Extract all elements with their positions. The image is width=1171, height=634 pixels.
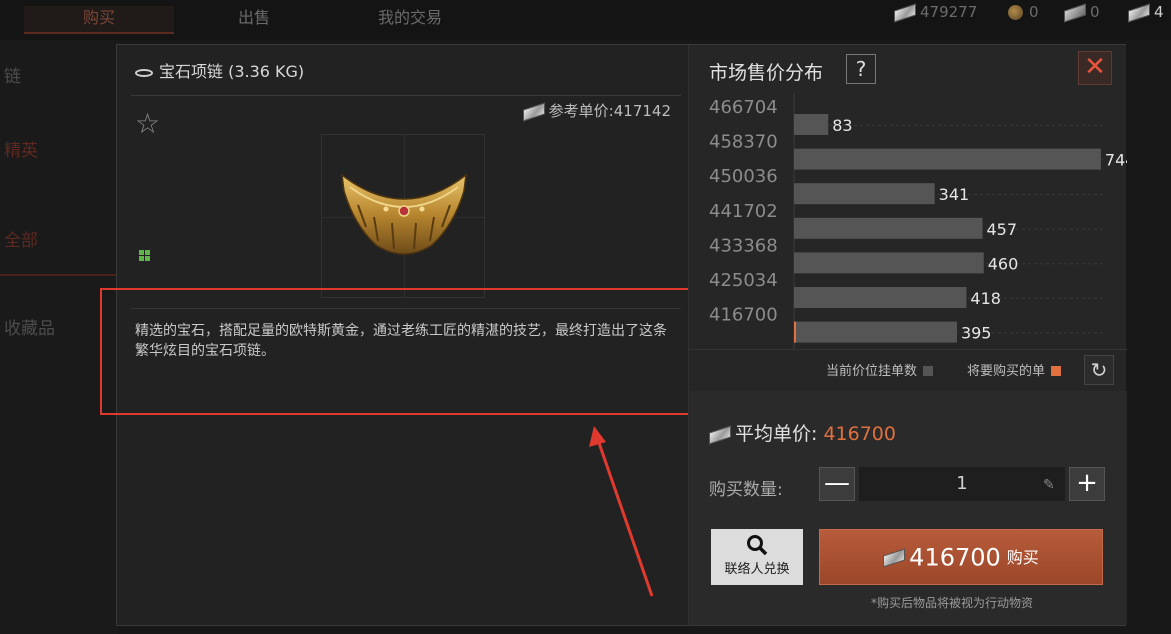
- cash-icon: [883, 547, 906, 568]
- buy-price: 416700: [909, 543, 1001, 572]
- quantity-input[interactable]: 1: [859, 467, 1065, 501]
- gold-value: 0: [1090, 3, 1100, 21]
- help-button[interactable]: ?: [846, 54, 876, 84]
- price-distribution-chart: 466704 83 458370 744 450036 341 441702 457 43336…: [689, 93, 1127, 349]
- refresh-icon: ↻: [1090, 358, 1108, 382]
- coin-icon: [1008, 5, 1023, 20]
- market-title: 市场售价分布: [709, 62, 824, 84]
- legend-buy-label: 将要购买的单: [967, 364, 1046, 379]
- price-bar-value-label: 341: [939, 185, 970, 204]
- price-bar: [794, 183, 935, 205]
- legend-buy-orders: 将要购买的单: [967, 360, 1062, 379]
- ref-price-label: 参考单价:: [548, 102, 614, 120]
- avg-price-label: 平均单价:: [735, 423, 818, 445]
- tab-buy[interactable]: 购买: [24, 6, 174, 34]
- coin-balance: 0: [1008, 2, 1039, 22]
- search-icon: [747, 535, 768, 556]
- item-title-text: 宝石项链 (3.36 KG): [159, 62, 305, 81]
- coin-value: 0: [1029, 3, 1039, 21]
- reference-price: 参考单价:417142: [522, 100, 671, 122]
- price-tick-label: 416700: [709, 305, 778, 326]
- tab-sell[interactable]: 出售: [198, 6, 310, 34]
- item-title: 宝石项链 (3.36 KG): [135, 58, 304, 82]
- gem-necklace-image: [341, 173, 467, 255]
- average-price: 平均单价: 416700: [709, 419, 896, 446]
- price-tick-label: 450036: [709, 166, 778, 187]
- price-bar: [794, 217, 983, 239]
- price-tick-label: 458370: [709, 132, 778, 153]
- price-bar: [794, 252, 984, 274]
- buy-note: *购买后物品将被视为行动物资: [871, 596, 1034, 610]
- sidebar-item-elite[interactable]: 精英: [0, 136, 118, 161]
- annotation-highlight-box: [100, 288, 721, 415]
- buy-label: 购买: [1006, 547, 1039, 567]
- item-detail-pane: 宝石项链 (3.36 KG) ☆ 参考单价:417142 精选的宝石，搭配足量的…: [100, 45, 721, 625]
- price-bar: [794, 321, 957, 343]
- necklace-type-icon: [135, 68, 153, 77]
- cash-icon: [1128, 2, 1150, 23]
- item-image-frame: [321, 134, 485, 298]
- grid-size-icon: [139, 250, 150, 261]
- price-tick-label: 466704: [709, 97, 778, 118]
- legend-current-swatch: [923, 366, 934, 376]
- price-bar-value-label: 457: [987, 220, 1018, 239]
- refresh-button[interactable]: ↻: [1084, 355, 1114, 385]
- purchase-panel: 平均单价: 416700 购买数量: — 1 ✎ + 联络人兑换 416700 购…: [689, 391, 1127, 625]
- gold-balance: 0: [1064, 2, 1100, 23]
- avg-price-value: 416700: [823, 423, 896, 445]
- buy-button[interactable]: 416700 购买: [819, 529, 1103, 585]
- overflow-balance: 4: [1128, 2, 1164, 23]
- legend-current-orders: 当前价位挂单数: [826, 360, 934, 379]
- favorite-star-icon[interactable]: ☆: [135, 107, 160, 140]
- divider: [131, 95, 681, 96]
- cash-icon: [522, 101, 545, 122]
- price-bar: [794, 287, 967, 308]
- price-bar-value-label: 418: [970, 289, 1001, 308]
- legend-current-label: 当前价位挂单数: [826, 364, 918, 379]
- top-nav: 购买 出售 我的交易 479277 0 0 4: [0, 0, 1171, 40]
- ref-price-value: 417142: [613, 102, 671, 120]
- gold-bar-icon: [1064, 2, 1086, 23]
- price-bar-value-label: 83: [832, 116, 852, 135]
- quantity-increase-button[interactable]: +: [1069, 467, 1105, 501]
- price-bar: [794, 114, 829, 135]
- sidebar-item-chain[interactable]: 链: [0, 62, 118, 87]
- contact-exchange-button[interactable]: 联络人兑换: [711, 529, 803, 585]
- price-bar-value-label: 460: [988, 254, 1019, 273]
- edit-pencil-icon[interactable]: ✎: [1043, 477, 1055, 493]
- price-distribution-svg: 466704 83 458370 744 450036 341 441702 457 43336…: [709, 93, 1127, 349]
- quantity-label: 购买数量:: [709, 480, 783, 500]
- market-distribution-pane: 市场售价分布 ? ✕ 466704 83 458370 744 450036 341 441…: [688, 45, 1127, 625]
- close-button[interactable]: ✕: [1078, 51, 1112, 85]
- sidebar-item-all[interactable]: 全部: [0, 226, 118, 276]
- price-bar-value-label: 744: [1105, 151, 1127, 170]
- price-bar: [794, 148, 1101, 170]
- overflow-value: 4: [1154, 3, 1164, 21]
- item-purchase-dialog: 宝石项链 (3.36 KG) ☆ 参考单价:417142 精选的宝石，搭配足量的…: [100, 44, 1127, 626]
- tab-my-trades[interactable]: 我的交易: [340, 6, 480, 34]
- cash-balance: 479277: [894, 2, 978, 23]
- cash-icon: [709, 424, 731, 445]
- cash-value: 479277: [920, 3, 978, 21]
- cash-icon: [894, 2, 916, 23]
- buy-order-marker: [794, 321, 796, 343]
- price-tick-label: 441702: [709, 201, 778, 222]
- divider: [689, 349, 1127, 350]
- contact-exchange-label: 联络人兑换: [724, 562, 790, 577]
- price-bar-value-label: 395: [961, 324, 992, 343]
- legend-buy-swatch: [1051, 366, 1062, 376]
- price-tick-label: 425034: [709, 270, 778, 291]
- price-tick-label: 433368: [709, 235, 778, 256]
- quantity-decrease-button[interactable]: —: [819, 467, 855, 501]
